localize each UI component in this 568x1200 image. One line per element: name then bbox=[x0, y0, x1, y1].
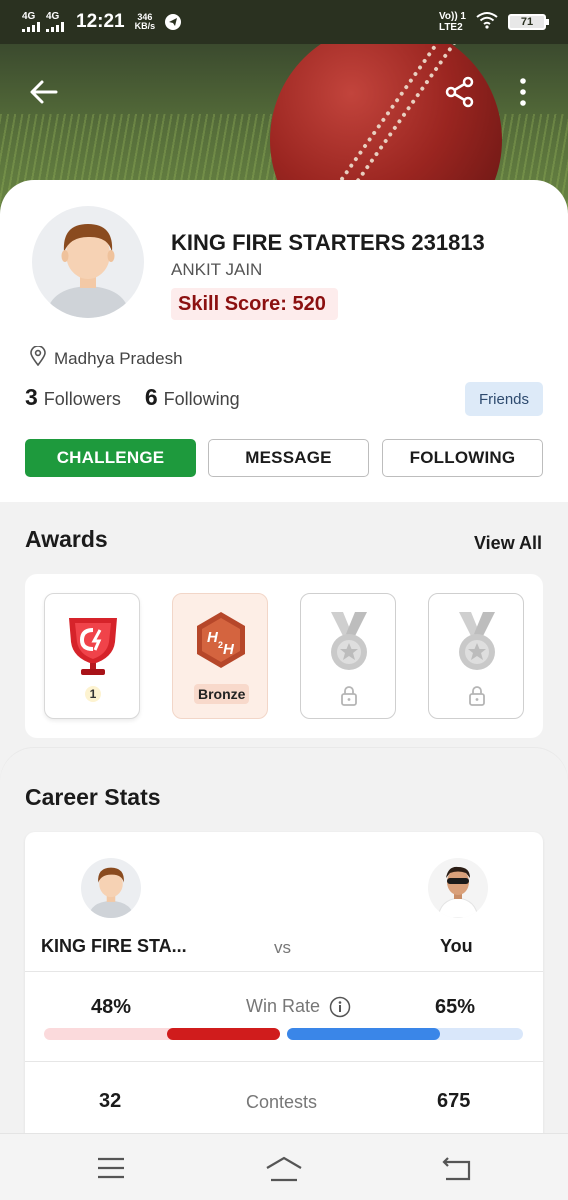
win-rate-bar-you bbox=[287, 1028, 523, 1040]
user-avatar bbox=[428, 858, 488, 918]
medal-icon bbox=[331, 612, 367, 670]
career-stats-title: Career Stats bbox=[25, 784, 161, 810]
win-rate-bar-opponent bbox=[44, 1028, 280, 1040]
view-all-link[interactable]: View All bbox=[474, 533, 542, 554]
award-count: 1 bbox=[85, 686, 101, 702]
win-rate-opponent: 48% bbox=[91, 996, 132, 1018]
award-tier: Bronze bbox=[194, 684, 250, 704]
wifi-icon bbox=[476, 11, 498, 34]
contests-opponent: 32 bbox=[99, 1090, 122, 1112]
network-speed: 346 KB/s bbox=[134, 12, 156, 31]
award-contest-trophy[interactable]: 1 bbox=[44, 593, 140, 719]
signal-1: 4G bbox=[22, 12, 40, 32]
medal-icon bbox=[459, 612, 495, 670]
status-right: Vo)) 1 LTE2 71 bbox=[438, 11, 549, 34]
lock-icon bbox=[341, 686, 357, 706]
divider bbox=[25, 1061, 543, 1062]
volte-indicator: Vo)) 1 LTE2 bbox=[438, 11, 466, 33]
followers-count[interactable]: 3 bbox=[25, 384, 38, 411]
home-icon[interactable] bbox=[265, 1156, 303, 1187]
career-stats-card: KING FIRE STA... vs You 48% Win Rate 65%… bbox=[25, 832, 543, 1152]
share-icon[interactable] bbox=[444, 76, 476, 113]
awards-title: Awards bbox=[25, 526, 108, 552]
profile-card: KING FIRE STARTERS 231813 ANKIT JAIN Ski… bbox=[0, 180, 568, 502]
followers-label[interactable]: Followers bbox=[44, 389, 121, 410]
vs-label: vs bbox=[274, 938, 291, 957]
info-icon[interactable] bbox=[329, 996, 351, 1023]
message-button[interactable]: MESSAGE bbox=[208, 439, 369, 477]
location: Madhya Pradesh bbox=[30, 345, 183, 371]
signal-bars-icon bbox=[46, 22, 64, 32]
signal-2: 4G bbox=[46, 12, 64, 32]
skill-score-badge: Skill Score: 520 bbox=[171, 288, 338, 320]
award-locked[interactable] bbox=[428, 593, 524, 719]
divider bbox=[25, 971, 543, 972]
you-label: You bbox=[440, 936, 473, 956]
challenge-button[interactable]: CHALLENGE bbox=[25, 439, 196, 477]
opponent-name: KING FIRE STA... bbox=[41, 936, 187, 956]
status-bar: 4G 4G 12:21 346 KB/s Vo)) 1 LTE2 71 bbox=[0, 0, 568, 44]
following-button[interactable]: FOLLOWING bbox=[382, 439, 543, 477]
team-name: KING FIRE STARTERS 231813 bbox=[171, 230, 485, 255]
following-count[interactable]: 6 bbox=[145, 384, 158, 411]
win-rate-fill-you bbox=[287, 1028, 440, 1040]
win-rate-label: Win Rate bbox=[246, 996, 321, 1016]
clock: 12:21 bbox=[76, 11, 125, 32]
svg-text:H: H bbox=[223, 641, 235, 658]
contest-trophy-icon bbox=[69, 618, 117, 675]
user-name: ANKIT JAIN bbox=[171, 260, 263, 279]
award-h2h-bronze[interactable]: H 2 H Bronze bbox=[172, 593, 268, 719]
avatar bbox=[32, 206, 144, 318]
friends-badge: Friends bbox=[465, 382, 543, 416]
opponent-avatar bbox=[81, 858, 141, 918]
contests-you: 675 bbox=[437, 1090, 471, 1112]
menu-icon[interactable] bbox=[96, 1156, 126, 1185]
back-arrow-icon[interactable] bbox=[28, 76, 60, 113]
system-nav-bar bbox=[0, 1133, 568, 1200]
battery-icon: 71 bbox=[508, 14, 549, 30]
telegram-icon bbox=[165, 14, 182, 30]
more-vert-icon[interactable] bbox=[516, 76, 530, 113]
back-icon[interactable] bbox=[442, 1156, 472, 1187]
contests-label: Contests bbox=[246, 1092, 318, 1112]
award-locked[interactable] bbox=[300, 593, 396, 719]
lock-icon bbox=[469, 686, 485, 706]
win-rate-fill-opponent bbox=[167, 1028, 280, 1040]
location-text: Madhya Pradesh bbox=[54, 348, 183, 368]
follow-stats: 3 Followers 6 Following bbox=[25, 384, 240, 411]
awards-card: 1 H 2 H Bronze bbox=[25, 574, 543, 738]
following-label[interactable]: Following bbox=[164, 389, 240, 410]
h2h-badge-icon: H 2 H bbox=[197, 612, 245, 668]
location-pin-icon bbox=[30, 345, 46, 371]
signal-bars-icon bbox=[22, 22, 40, 32]
win-rate-you: 65% bbox=[435, 996, 476, 1018]
